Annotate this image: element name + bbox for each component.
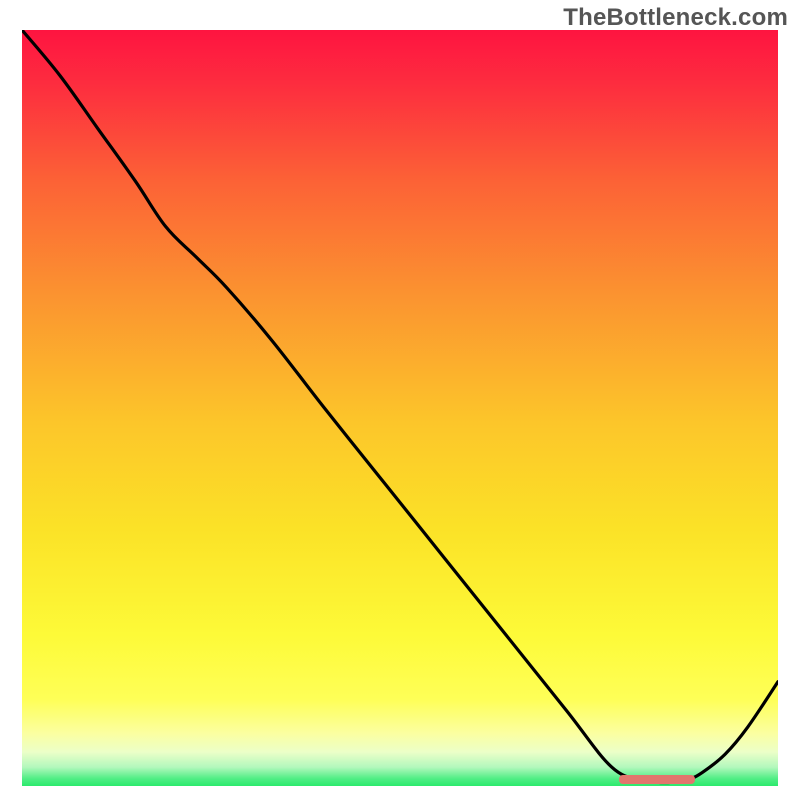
- chart-svg: [22, 30, 778, 786]
- watermark-text: TheBottleneck.com: [563, 4, 788, 32]
- optimal-range-marker: [619, 775, 695, 784]
- gradient-background: [22, 30, 778, 786]
- chart-plot-area: [22, 30, 778, 786]
